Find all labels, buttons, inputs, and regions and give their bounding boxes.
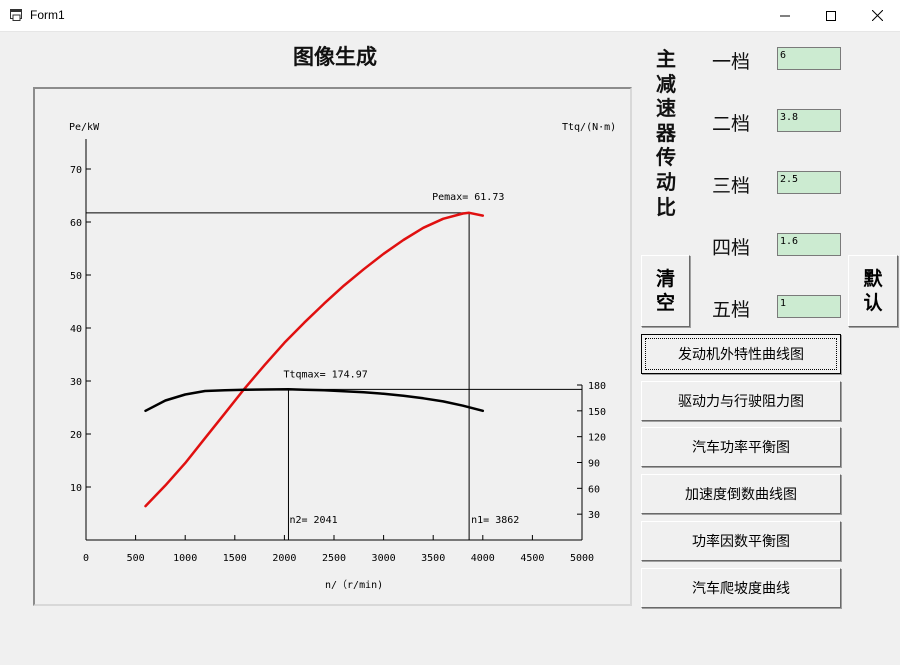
engine-curve-button[interactable]: 发动机外特性曲线图: [641, 334, 841, 374]
x-tick-label: 4000: [471, 553, 495, 564]
gear-3-input[interactable]: 2.5: [777, 171, 841, 194]
final-drive-ratio-char-5: 传: [656, 145, 676, 170]
x-tick-label: 0: [83, 553, 89, 564]
n2-label: n2= 2041: [289, 515, 337, 526]
final-drive-ratio-label: 主减速器传动比: [652, 47, 680, 219]
y-left-tick-label: 20: [70, 430, 82, 441]
climbing-curve-button[interactable]: 汽车爬坡度曲线: [641, 568, 841, 608]
y-left-tick-label: 40: [70, 324, 82, 335]
driving-force-button[interactable]: 驱动力与行驶阻力图: [641, 381, 841, 421]
y-left-tick-label: 30: [70, 377, 82, 388]
power-balance-button[interactable]: 汽车功率平衡图: [641, 427, 841, 467]
gear-2-input[interactable]: 3.8: [777, 109, 841, 132]
final-drive-ratio-char-4: 器: [656, 120, 676, 145]
y-left-tick-label: 50: [70, 271, 82, 282]
gear-5-label: 五档: [712, 299, 751, 321]
gear-4-input[interactable]: 1.6: [777, 233, 841, 256]
y-left-tick-label: 70: [70, 165, 82, 176]
y-left-tick-label: 10: [70, 483, 82, 494]
y-right-tick-label: 180: [588, 381, 606, 392]
n1-label: n1= 3862: [471, 515, 519, 526]
x-tick-label: 3500: [421, 553, 445, 564]
final-drive-ratio-char-7: 比: [656, 194, 676, 219]
minimize-icon: [780, 15, 790, 16]
y-right-tick-label: 30: [588, 510, 600, 521]
final-drive-ratio-char-1: 主: [656, 47, 676, 71]
power-curve: [144, 211, 485, 508]
x-tick-label: 5000: [570, 553, 594, 564]
engine-characteristic-chart: Pe/kW Ttq/(N·m) n/（r/min) 0 500 1000 1500 2000 2…: [69, 122, 616, 591]
gear-1-label: 一档: [712, 51, 751, 73]
window-titlebar: Form1: [0, 0, 900, 32]
y-right-tick-label: 150: [588, 407, 606, 418]
window-title: Form1: [30, 8, 65, 22]
minimize-button[interactable]: [762, 0, 808, 31]
power-factor-button[interactable]: 功率因数平衡图: [641, 521, 841, 561]
close-icon: [871, 10, 883, 21]
x-tick-label: 1500: [223, 553, 247, 564]
gear-3-label: 三档: [712, 175, 751, 197]
y-left-tick-label: 60: [70, 218, 82, 229]
y-right-tick-label: 120: [588, 433, 606, 444]
app-icon: [10, 9, 22, 21]
clear-button-char-2: 空: [655, 292, 675, 314]
maximize-icon: [826, 10, 836, 21]
y-right-tick-label: 90: [588, 459, 600, 470]
close-button[interactable]: [854, 0, 900, 31]
gear-5-input[interactable]: 1: [777, 295, 841, 318]
gear-2-label: 二档: [712, 113, 751, 135]
gear-1-input[interactable]: 6: [777, 47, 841, 70]
default-button-char-1: 默: [863, 268, 883, 290]
x-tick-label: 2500: [322, 553, 346, 564]
y-axis-left-label: Pe/kW: [69, 122, 100, 133]
gear-4-label: 四档: [712, 237, 751, 259]
default-button[interactable]: 默 认: [848, 255, 898, 327]
torque-curve: [144, 388, 485, 413]
final-drive-ratio-char-2: 减: [656, 71, 676, 96]
x-tick-label: 4500: [520, 553, 544, 564]
x-tick-label: 1000: [173, 553, 197, 564]
final-drive-ratio-char-6: 动: [656, 169, 676, 194]
page-title: 图像生成: [293, 45, 377, 69]
acceleration-reciprocal-button[interactable]: 加速度倒数曲线图: [641, 474, 841, 514]
y-axis-right-label: Ttq/(N·m): [562, 122, 616, 133]
ttqmax-label: Ttqmax= 174.97: [283, 369, 367, 380]
y-right-tick-label: 60: [588, 484, 600, 495]
clear-button[interactable]: 清 空: [641, 255, 690, 327]
clear-button-char-1: 清: [655, 268, 675, 290]
maximize-button[interactable]: [808, 0, 854, 31]
x-tick-label: 3000: [372, 553, 396, 564]
default-button-char-2: 认: [863, 292, 883, 314]
x-tick-label: 500: [127, 553, 145, 564]
final-drive-ratio-char-3: 速: [656, 96, 676, 121]
pemax-label: Pemax= 61.73: [432, 192, 504, 203]
x-axis-label: n/（r/min): [325, 579, 383, 591]
x-tick-label: 2000: [272, 553, 296, 564]
